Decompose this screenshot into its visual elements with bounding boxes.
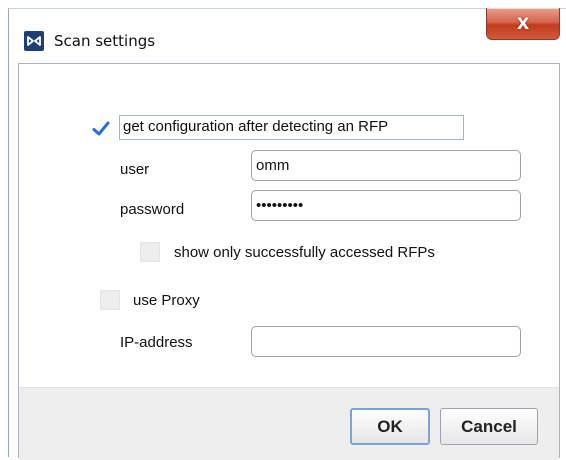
ok-button[interactable]: OK	[350, 408, 430, 445]
use-proxy-label: use Proxy	[133, 292, 200, 309]
show-only-checkbox[interactable]	[140, 242, 160, 262]
dialog-title: Scan settings	[54, 32, 156, 50]
close-icon: X	[516, 14, 530, 33]
use-proxy-checkbox[interactable]	[100, 290, 120, 310]
cancel-button[interactable]: Cancel	[440, 408, 538, 445]
password-label: password	[120, 201, 185, 218]
get-config-label: get configuration after detecting an RFP	[123, 118, 389, 135]
get-config-checkbox[interactable]	[91, 119, 111, 139]
dialog-content: get configuration after detecting an RFP…	[18, 63, 560, 460]
title-bar[interactable]: Scan settings X	[9, 8, 566, 63]
ip-address-input[interactable]	[251, 326, 521, 357]
button-bar: OK Cancel	[19, 387, 559, 460]
ip-address-label: IP-address	[120, 334, 193, 351]
scan-settings-dialog: Scan settings X get configuration after …	[8, 8, 566, 460]
checkmark-icon	[92, 121, 110, 136]
close-button[interactable]: X	[486, 8, 560, 40]
scan-app-icon	[24, 31, 44, 51]
show-only-label: show only successfully accessed RFPs	[174, 244, 435, 261]
user-input[interactable]	[251, 150, 521, 181]
user-label: user	[120, 161, 150, 178]
password-input[interactable]	[251, 190, 521, 221]
